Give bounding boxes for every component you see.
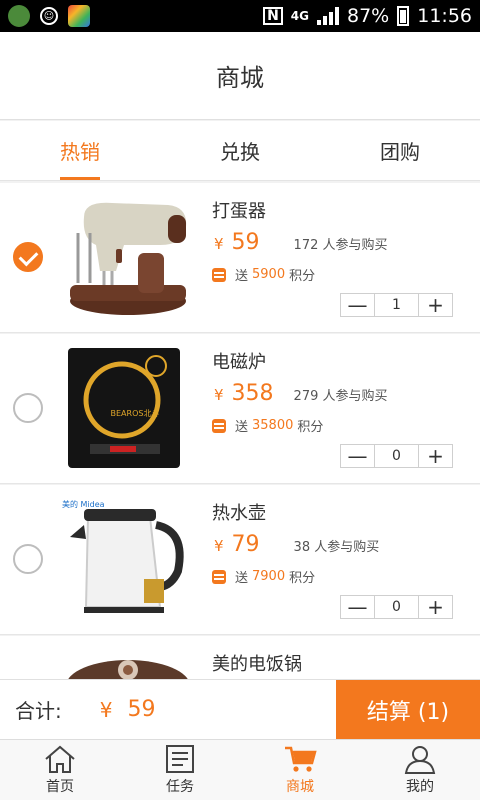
quantity-stepper: — 0 + [340,595,453,619]
product-price: 79 [231,532,260,557]
points-row: 送 35800 积分 [212,416,323,435]
points-row: 送 5900 积分 [212,265,315,284]
currency-symbol: ¥ [214,235,224,253]
tab-hot[interactable]: 热销 [0,121,160,180]
decrease-button[interactable]: — [341,445,374,467]
tab-group-buy[interactable]: 团购 [320,121,480,180]
select-checkbox[interactable] [13,544,43,574]
nfc-icon: N [263,7,283,25]
nav-label: 首页 [46,779,74,795]
nav-label: 我的 [406,779,434,795]
product-item-kettle[interactable]: 美的 Midea 热水壶 ¥ 79 38 人参与购买 送 7900 积分 — 0… [0,485,480,635]
coin-icon [212,569,226,584]
currency-symbol: ¥ [214,537,224,555]
nav-label: 任务 [166,779,194,795]
quantity-value[interactable]: 0 [374,596,419,618]
nav-mall[interactable]: 商城 [240,740,360,800]
points-row: 送 7900 积分 [212,567,315,586]
status-bar: ☺ N 4G 87% 11:56 [0,0,480,32]
points-suffix: 积分 [289,269,316,284]
nav-home[interactable]: 首页 [0,740,120,800]
battery-percent: 87% [347,5,390,27]
battery-icon [397,6,410,26]
product-name: 美的电饭锅 [212,654,302,675]
clock: 11:56 [417,5,472,27]
product-item-induction-cooker[interactable]: BEAROS北斗 电磁炉 ¥ 358 279 人参与购买 送 35800 积分 … [0,334,480,484]
points-prefix: 送 [235,420,249,435]
currency-symbol: ¥ [214,386,224,404]
user-icon [404,746,436,774]
buyer-count: 38 人参与购买 [293,540,380,555]
points-suffix: 积分 [297,420,324,435]
coin-icon [212,267,226,282]
buyer-count: 172 人参与购买 [293,238,388,253]
signal-icon [317,7,339,25]
rice-cooker-image [64,646,192,679]
task-icon [166,745,194,773]
product-item-mixer[interactable]: 打蛋器 ¥ 59 172 人参与购买 送 5900 积分 — 1 + [0,183,480,333]
nav-tasks[interactable]: 任务 [120,740,240,800]
quantity-value[interactable]: 1 [374,294,419,316]
product-price: 59 [231,230,260,255]
title-bar: 商城 [0,32,480,120]
product-name: 电磁炉 [212,352,266,373]
photo-notification-icon [68,5,90,27]
increase-button[interactable]: + [419,294,452,316]
select-checkbox[interactable] [13,393,43,423]
points-value: 7900 [252,569,286,584]
points-prefix: 送 [235,269,249,284]
decrease-button[interactable]: — [341,596,374,618]
quantity-stepper: — 0 + [340,444,453,468]
total-bar: 合计: ¥ 59 结算 (1) [0,679,480,740]
price-row: ¥ 358 279 人参与购买 [214,381,388,406]
increase-button[interactable]: + [419,596,452,618]
kettle-image [64,495,192,623]
buyer-count: 279 人参与购买 [293,389,388,404]
points-value: 35800 [252,418,294,433]
total-value: 59 [127,697,156,722]
product-item-rice-cooker[interactable]: 美的电饭锅 [0,636,480,679]
coin-icon [212,418,226,433]
tab-exchange[interactable]: 兑换 [160,121,320,180]
home-icon [45,745,75,773]
quantity-stepper: — 1 + [340,293,453,317]
smiley-notification-icon: ☺ [40,7,58,25]
tab-bar: 热销 兑换 团购 [0,121,480,181]
price-row: ¥ 59 172 人参与购买 [214,230,388,255]
checkout-button[interactable]: 结算 (1) [336,680,480,740]
points-prefix: 送 [235,571,249,586]
product-name: 打蛋器 [212,201,266,222]
nav-me[interactable]: 我的 [360,740,480,800]
points-value: 5900 [252,267,286,282]
quantity-value[interactable]: 0 [374,445,419,467]
nav-label: 商城 [286,779,314,795]
cart-icon [285,746,317,772]
total-label: 合计: [15,699,62,723]
total-currency: ¥ [99,697,113,722]
points-suffix: 积分 [289,571,316,586]
increase-button[interactable]: + [419,445,452,467]
select-checkbox[interactable] [13,242,43,272]
decrease-button[interactable]: — [341,294,374,316]
product-name: 热水壶 [212,503,266,524]
page-title: 商城 [216,64,264,92]
network-type: 4G [290,9,309,23]
brand-text: BEAROS北斗 [110,409,160,418]
app-notification-icon [8,5,30,27]
product-list[interactable]: 打蛋器 ¥ 59 172 人参与购买 送 5900 积分 — 1 + BEARO… [0,183,480,679]
price-row: ¥ 79 38 人参与购买 [214,532,379,557]
product-price: 358 [231,381,274,406]
brand-text: 美的 Midea [62,500,105,509]
mixer-image [64,193,192,321]
bottom-nav: 首页 任务 商城 我的 [0,739,480,800]
